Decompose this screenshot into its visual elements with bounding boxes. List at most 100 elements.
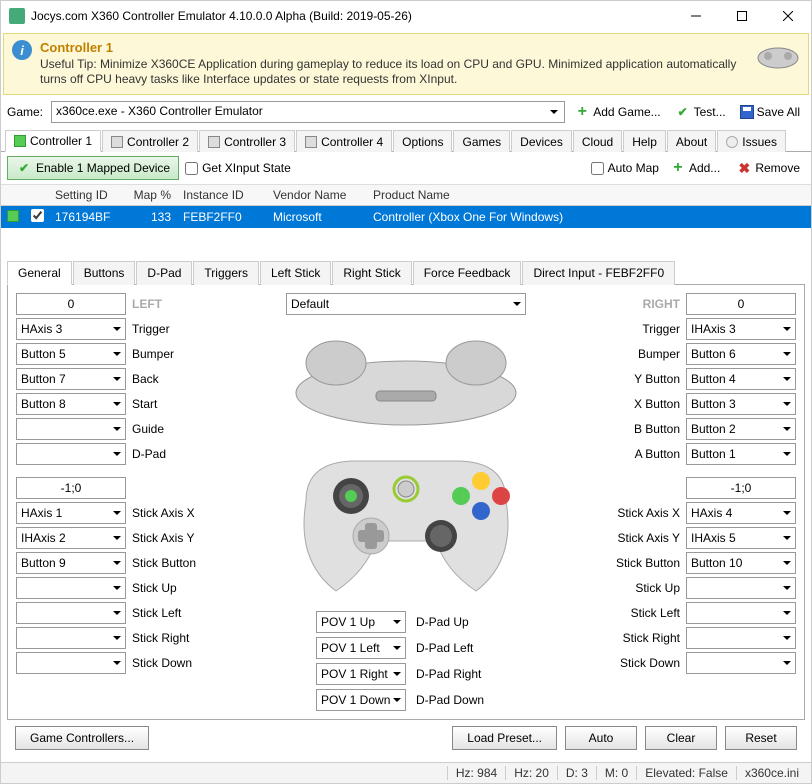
right-bumper-combo[interactable]: Button 6 <box>686 343 796 365</box>
issues-dot-icon <box>726 136 738 148</box>
status-bar: Hz: 984 Hz: 20 D: 3 M: 0 Elevated: False… <box>1 762 811 783</box>
row-checkbox[interactable] <box>31 209 44 222</box>
pov-down-combo[interactable]: POV 1 Down <box>316 689 406 711</box>
left-stick-up-combo[interactable] <box>16 577 126 599</box>
sub-tabs: General Buttons D-Pad Triggers Left Stic… <box>7 260 805 285</box>
left-trigger-value: 0 <box>16 293 126 315</box>
right-stick-up-combo[interactable] <box>686 577 796 599</box>
add-game-button[interactable]: +Add Game... <box>569 101 665 123</box>
controller-icon <box>756 40 800 70</box>
load-preset-button[interactable]: Load Preset... <box>452 726 557 750</box>
plus-icon: + <box>670 160 686 176</box>
app-icon <box>9 8 25 24</box>
status-hz1: Hz: 984 <box>447 766 505 780</box>
titlebar: Jocys.com X360 Controller Emulator 4.10.… <box>1 1 811 31</box>
tab-controller-4[interactable]: Controller 4 <box>296 130 392 152</box>
plus-icon: + <box>574 104 590 120</box>
tab-games[interactable]: Games <box>453 130 510 152</box>
device-toolbar: ✔Enable 1 Mapped Device Get XInput State… <box>1 152 811 185</box>
guide-combo[interactable] <box>16 418 126 440</box>
tab-cloud[interactable]: Cloud <box>573 130 622 152</box>
right-trigger-combo[interactable]: IHAxis 3 <box>686 318 796 340</box>
tip-text: Useful Tip: Minimize X360CE Application … <box>40 57 748 88</box>
remove-device-button[interactable]: ✖Remove <box>731 157 805 179</box>
right-stick-down-combo[interactable] <box>686 652 796 674</box>
subtab-direct-input[interactable]: Direct Input - FEBF2FF0 <box>522 261 675 285</box>
subtab-dpad[interactable]: D-Pad <box>136 261 192 285</box>
tab-controller-2[interactable]: Controller 2 <box>102 130 198 152</box>
right-stick-button-combo[interactable]: Button 10 <box>686 552 796 574</box>
tab-controller-1[interactable]: Controller 1 <box>5 130 101 152</box>
left-stick-down-combo[interactable] <box>16 652 126 674</box>
tip-banner: i Controller 1 Useful Tip: Minimize X360… <box>3 33 809 95</box>
a-button-combo[interactable]: Button 1 <box>686 443 796 465</box>
pov-left-combo[interactable]: POV 1 Left <box>316 637 406 659</box>
reset-button[interactable]: Reset <box>725 726 797 750</box>
tab-help[interactable]: Help <box>623 130 666 152</box>
left-stick-axis-y-combo[interactable]: IHAxis 2 <box>16 527 126 549</box>
back-combo[interactable]: Button 7 <box>16 368 126 390</box>
pov-up-combo[interactable]: POV 1 Up <box>316 611 406 633</box>
right-stick-axis-x-combo[interactable]: HAxis 4 <box>686 502 796 524</box>
device-grid-header: Setting ID Map % Instance ID Vendor Name… <box>1 185 811 206</box>
y-button-combo[interactable]: Button 4 <box>686 368 796 390</box>
status-hz2: Hz: 20 <box>505 766 557 780</box>
minimize-button[interactable] <box>673 1 719 31</box>
subtab-right-stick[interactable]: Right Stick <box>332 261 411 285</box>
left-stick-axis-x-combo[interactable]: HAxis 1 <box>16 502 126 524</box>
game-controllers-button[interactable]: Game Controllers... <box>15 726 149 750</box>
subtab-force-feedback[interactable]: Force Feedback <box>413 261 522 285</box>
subtab-general[interactable]: General <box>7 261 72 285</box>
game-select[interactable]: x360ce.exe - X360 Controller Emulator <box>51 101 565 123</box>
b-button-combo[interactable]: Button 2 <box>686 418 796 440</box>
left-bumper-combo[interactable]: Button 5 <box>16 343 126 365</box>
left-trigger-combo[interactable]: HAxis 3 <box>16 318 126 340</box>
status-elevated: Elevated: False <box>636 766 736 780</box>
status-m: M: 0 <box>596 766 636 780</box>
clear-button[interactable]: Clear <box>645 726 717 750</box>
controller-front-image <box>276 441 536 601</box>
auto-map-checkbox[interactable]: Auto Map <box>591 161 659 175</box>
controller-top-image <box>276 323 536 433</box>
left-stick-button-combo[interactable]: Button 9 <box>16 552 126 574</box>
right-stick-axis-y-combo[interactable]: IHAxis 5 <box>686 527 796 549</box>
right-header: RIGHT <box>600 293 680 315</box>
preset-select[interactable]: Default <box>286 293 526 315</box>
device-grid-row[interactable]: 176194BF 133 FEBF2FF0 Microsoft Controll… <box>1 206 811 228</box>
tab-controller-3[interactable]: Controller 3 <box>199 130 295 152</box>
test-button[interactable]: ✔Test... <box>670 101 731 123</box>
left-stick-value: -1;0 <box>16 477 126 499</box>
get-xinput-checkbox[interactable]: Get XInput State <box>185 161 291 175</box>
window-title: Jocys.com X360 Controller Emulator 4.10.… <box>31 9 673 23</box>
enable-mapped-button[interactable]: ✔Enable 1 Mapped Device <box>7 156 179 180</box>
disk-icon <box>740 105 754 119</box>
close-button[interactable] <box>765 1 811 31</box>
add-device-button[interactable]: +Add... <box>665 157 725 179</box>
status-dot-icon <box>14 135 26 147</box>
left-stick-left-combo[interactable] <box>16 602 126 624</box>
left-stick-right-combo[interactable] <box>16 627 126 649</box>
check-icon: ✔ <box>675 104 691 120</box>
x-button-combo[interactable]: Button 3 <box>686 393 796 415</box>
pov-right-combo[interactable]: POV 1 Right <box>316 663 406 685</box>
subtab-triggers[interactable]: Triggers <box>193 261 259 285</box>
status-d: D: 3 <box>557 766 596 780</box>
maximize-button[interactable] <box>719 1 765 31</box>
game-label: Game: <box>7 105 43 119</box>
tab-about[interactable]: About <box>667 130 716 152</box>
main-tabs: Controller 1 Controller 2 Controller 3 C… <box>1 129 811 152</box>
subtab-buttons[interactable]: Buttons <box>73 261 136 285</box>
right-stick-left-combo[interactable] <box>686 602 796 624</box>
check-icon: ✔ <box>16 160 32 176</box>
start-combo[interactable]: Button 8 <box>16 393 126 415</box>
save-all-button[interactable]: Save All <box>735 102 805 122</box>
right-stick-right-combo[interactable] <box>686 627 796 649</box>
right-stick-value: -1;0 <box>686 477 796 499</box>
subtab-left-stick[interactable]: Left Stick <box>260 261 331 285</box>
dpad-combo[interactable] <box>16 443 126 465</box>
tab-devices[interactable]: Devices <box>511 130 572 152</box>
auto-button[interactable]: Auto <box>565 726 637 750</box>
tab-options[interactable]: Options <box>393 130 452 152</box>
row-status-icon <box>7 210 19 222</box>
tab-issues[interactable]: Issues <box>717 130 786 152</box>
